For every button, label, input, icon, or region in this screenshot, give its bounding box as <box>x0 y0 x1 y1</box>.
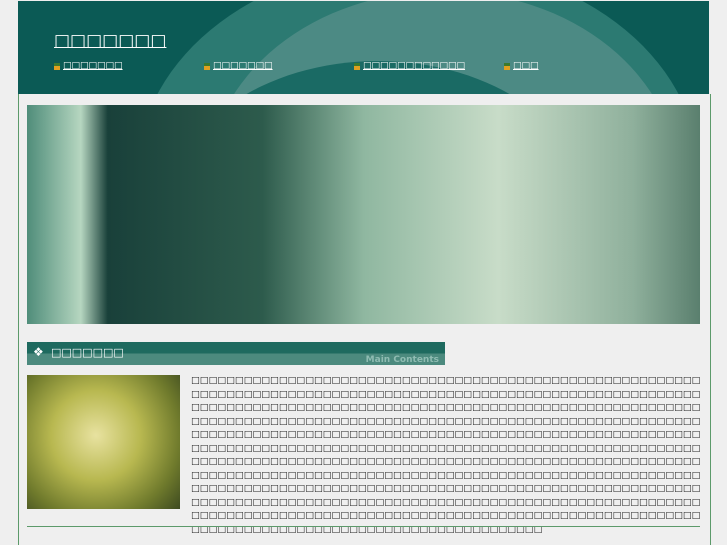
arrow-bullet-icon <box>54 62 60 70</box>
site-title[interactable]: □□□□□□□ <box>54 31 166 51</box>
section-image <box>27 375 180 509</box>
arrow-bullet-icon <box>354 62 360 70</box>
section-subtitle: Main Contents <box>365 355 439 365</box>
divider <box>27 526 700 527</box>
nav-link-4[interactable]: □□□ <box>504 61 539 71</box>
site-header: □□□□□□□ □□□□□□□ □□□□□□□ □□□□□□□□□□□□ □□□ <box>18 1 709 94</box>
nav-link-2[interactable]: □□□□□□□ <box>204 61 273 71</box>
arrow-bullet-icon <box>204 62 210 70</box>
diamond-cluster-icon: ❖ <box>33 345 44 359</box>
nav-label: □□□□□□□ <box>213 61 273 71</box>
arrow-bullet-icon <box>504 62 510 70</box>
nav-label: □□□□□□□□□□□□ <box>363 61 466 71</box>
nav-label: □□□ <box>513 61 539 71</box>
section-body-text: □□□□□□□□□□□□□□□□□□□□□□□□□□□□□□□□□□□□□□□□… <box>191 375 701 535</box>
nav-link-1[interactable]: □□□□□□□ <box>54 61 123 71</box>
hero-image <box>27 105 700 324</box>
nav-label: □□□□□□□ <box>63 61 123 71</box>
section-heading: □□□□□□□ <box>51 346 124 359</box>
nav-link-3[interactable]: □□□□□□□□□□□□ <box>354 61 465 71</box>
section-header: ❖ □□□□□□□ Main Contents <box>27 342 445 365</box>
